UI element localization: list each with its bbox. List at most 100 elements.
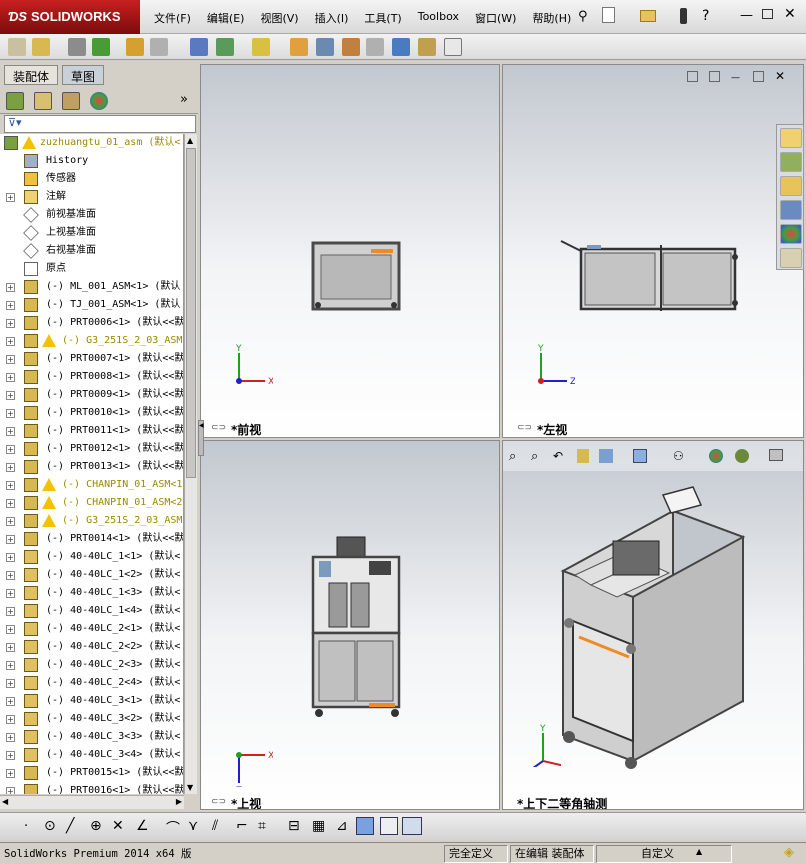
- expand-panel-icon[interactable]: »: [180, 92, 188, 107]
- menu-edit[interactable]: 编辑(E): [199, 8, 253, 28]
- tab-sketch[interactable]: 草图: [62, 65, 105, 85]
- tree-item[interactable]: + (-) 40-40LC_2<2> (默认<: [0, 638, 183, 656]
- pin-icon[interactable]: ⚲: [578, 9, 588, 24]
- appearances-scenes-icon[interactable]: [780, 224, 802, 244]
- tree-item[interactable]: + (-) PRT0015<1> (默认<<默: [0, 764, 183, 782]
- fillet-icon[interactable]: ⌒: [166, 818, 180, 838]
- tree-filter[interactable]: ⊽▾: [4, 115, 196, 133]
- tree-item[interactable]: + (-) PRT0006<1> (默认<<默: [0, 314, 183, 332]
- status-units[interactable]: 自定义: [596, 845, 732, 863]
- scroll-up-icon[interactable]: ▲: [187, 136, 193, 145]
- expand-icon[interactable]: +: [6, 517, 15, 526]
- menu-view[interactable]: 视图(V): [252, 8, 306, 28]
- four-view-icon[interactable]: [402, 817, 422, 835]
- expand-icon[interactable]: +: [6, 643, 15, 652]
- mate-icon[interactable]: [68, 38, 86, 56]
- help-icon[interactable]: ?: [702, 8, 709, 24]
- point-icon[interactable]: ·: [24, 819, 28, 834]
- open-folder-icon[interactable]: [640, 10, 656, 22]
- expand-icon[interactable]: +: [6, 625, 15, 634]
- tree-item[interactable]: + (-) PRT0009<1> (默认<<默: [0, 386, 183, 404]
- exploded-view-icon[interactable]: [342, 38, 360, 56]
- expand-icon[interactable]: +: [6, 769, 15, 778]
- tree-item[interactable]: History: [0, 152, 183, 170]
- show-hidden-icon[interactable]: [190, 38, 208, 56]
- expand-icon[interactable]: +: [6, 499, 15, 508]
- expand-icon[interactable]: +: [6, 715, 15, 724]
- view-link-icon[interactable]: ⊂⊃: [211, 423, 226, 433]
- viewport-front[interactable]: X Y ⊂⊃ *前视: [200, 64, 500, 438]
- expand-icon[interactable]: +: [6, 427, 15, 436]
- appearance-tab-icon[interactable]: [90, 92, 108, 110]
- expand-icon[interactable]: +: [6, 409, 15, 418]
- tree-item[interactable]: + (-) PRT0010<1> (默认<<默: [0, 404, 183, 422]
- new-document-icon[interactable]: [602, 7, 615, 23]
- custom-properties-icon[interactable]: [780, 248, 802, 268]
- move-component-icon[interactable]: [150, 38, 168, 56]
- expand-icon[interactable]: +: [6, 481, 15, 490]
- expand-icon[interactable]: +: [6, 589, 15, 598]
- propertymanager-tab-icon[interactable]: [34, 92, 52, 110]
- viewport-top[interactable]: X Z ⊂⊃ *上视: [200, 440, 500, 810]
- tree-item[interactable]: + (-) 40-40LC_1<1> (默认<: [0, 548, 183, 566]
- menu-window[interactable]: 窗口(W): [467, 8, 524, 28]
- large-assembly-icon[interactable]: [444, 38, 462, 56]
- close-icon[interactable]: ✕: [784, 6, 796, 22]
- menu-insert[interactable]: 插入(I): [307, 8, 357, 28]
- minimize-icon[interactable]: —: [740, 8, 753, 23]
- tree-item[interactable]: + (-) PRT0014<1> (默认<<默: [0, 530, 183, 548]
- tree-item[interactable]: + (-) 40-40LC_2<1> (默认<: [0, 620, 183, 638]
- insert-component-icon[interactable]: [32, 38, 50, 56]
- reference-geometry-icon[interactable]: [252, 38, 270, 56]
- status-up-icon[interactable]: ▲: [696, 847, 702, 856]
- tree-item[interactable]: + (-) PRT0011<1> (默认<<默: [0, 422, 183, 440]
- expand-icon[interactable]: +: [6, 751, 15, 760]
- menu-tools[interactable]: 工具(T): [356, 8, 409, 28]
- interference-icon[interactable]: [392, 38, 410, 56]
- relation-icon[interactable]: ⊿: [336, 818, 348, 834]
- tree-item[interactable]: + (-) PRT0016<1> (默认<<默: [0, 782, 183, 794]
- expand-icon[interactable]: +: [6, 301, 15, 310]
- tree-item[interactable]: + (-) 40-40LC_1<2> (默认<: [0, 566, 183, 584]
- scroll-down-icon[interactable]: ▼: [187, 783, 193, 792]
- scroll-right-icon[interactable]: ▶: [176, 797, 182, 806]
- tree-item[interactable]: + (-) 40-40LC_3<2> (默认<: [0, 710, 183, 728]
- expand-icon[interactable]: +: [6, 463, 15, 472]
- tree-item[interactable]: + (-) PRT0013<1> (默认<<默: [0, 458, 183, 476]
- expand-icon[interactable]: +: [6, 283, 15, 292]
- tree-item[interactable]: + (-) CHANPIN_01_ASM<1: [0, 476, 183, 494]
- menu-file[interactable]: 文件(F): [146, 8, 199, 28]
- tree-item[interactable]: + 注解: [0, 188, 183, 206]
- grid-icon[interactable]: ▦: [312, 818, 325, 834]
- expand-icon[interactable]: +: [6, 571, 15, 580]
- design-library-icon[interactable]: [780, 152, 802, 172]
- tree-item[interactable]: + (-) 40-40LC_3<3> (默认<: [0, 728, 183, 746]
- tree-item[interactable]: + (-) 40-40LC_3<4> (默认<: [0, 746, 183, 764]
- chamfer-icon[interactable]: ⋎: [188, 818, 198, 834]
- menu-help[interactable]: 帮助(H): [524, 8, 579, 28]
- tab-assembly[interactable]: 装配体: [4, 65, 59, 85]
- instant3d-icon[interactable]: [418, 38, 436, 56]
- view-link-icon[interactable]: ⊂⊃: [211, 797, 226, 807]
- bill-of-materials-icon[interactable]: [316, 38, 334, 56]
- tree-item[interactable]: + (-) PRT0007<1> (默认<<默: [0, 350, 183, 368]
- corner-icon[interactable]: ⌐: [236, 818, 248, 834]
- expand-icon[interactable]: +: [6, 679, 15, 688]
- panel-collapse-handle[interactable]: ◀: [198, 420, 204, 456]
- single-view-icon[interactable]: [380, 817, 398, 835]
- polygon-icon[interactable]: ⊕: [90, 818, 102, 834]
- scroll-thumb[interactable]: [186, 148, 196, 478]
- tree-item[interactable]: + (-) CHANPIN_01_ASM<2: [0, 494, 183, 512]
- status-tag-icon[interactable]: ◈: [784, 845, 794, 860]
- expand-icon[interactable]: +: [6, 373, 15, 382]
- view-palette-icon[interactable]: [780, 200, 802, 220]
- tree-item[interactable]: 前视基准面: [0, 206, 183, 224]
- circle-icon[interactable]: ⊙: [44, 818, 56, 834]
- tree-horizontal-scrollbar[interactable]: ◀ ▶: [0, 795, 184, 809]
- tree-item[interactable]: 传感器: [0, 170, 183, 188]
- solidworks-logo[interactable]: ƊS SOLIDWORKS: [0, 0, 140, 34]
- tree-vertical-scrollbar[interactable]: ▲ ▼: [184, 134, 197, 794]
- menu-toolbox[interactable]: Toolbox: [410, 8, 467, 28]
- tree-item[interactable]: + (-) PRT0012<1> (默认<<默: [0, 440, 183, 458]
- tree-item[interactable]: + (-) 40-40LC_2<3> (默认<: [0, 656, 183, 674]
